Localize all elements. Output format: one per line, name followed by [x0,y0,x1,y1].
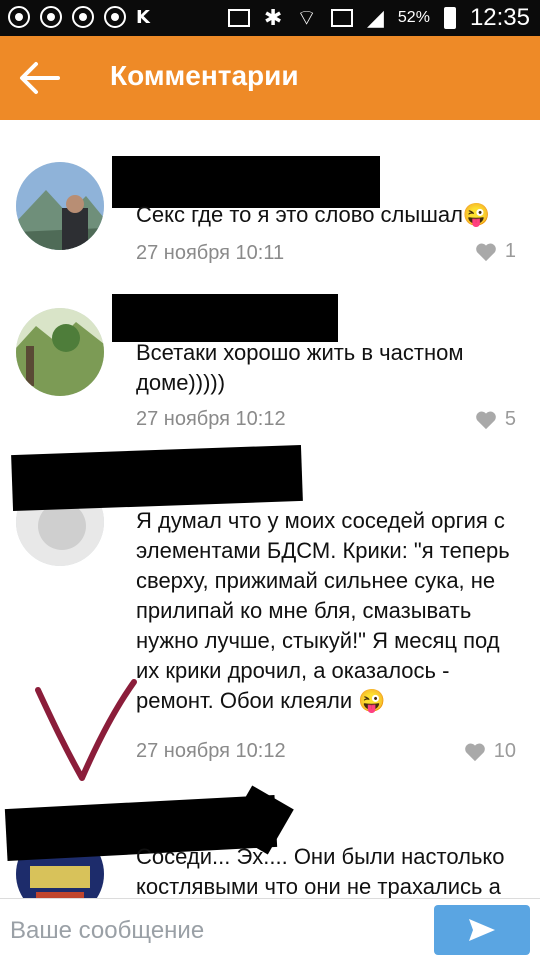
like-button[interactable]: 10 [464,740,516,763]
system-icons: ✱ ⌔ ◢ 52% 12:35 [227,4,530,32]
carrier-icon: K [136,6,150,28]
arrow-left-icon [20,62,60,94]
comment-list[interactable]: Секс где то я это слово слышал😜 27 ноябр… [0,120,540,898]
like-count: 1 [504,240,516,262]
notification-icons: K [8,6,150,28]
clock: 12:35 [469,4,530,31]
comment-item: Секс где то я это слово слышал😜 27 ноябр… [0,120,540,280]
redaction-bar [112,294,338,342]
like-button[interactable]: 1 [475,240,516,263]
bluetooth-icon: ✱ [263,5,283,30]
message-composer: Ваше сообщение [0,898,540,961]
like-button[interactable]: 5 [475,408,516,431]
checkmark-annotation [35,679,137,781]
comment-text: Соседи... Эх.... Они были настолько кост… [136,844,505,898]
send-icon [469,919,495,941]
comment-timestamp: 27 ноября 10:12 [136,408,286,430]
battery-percent: 52% [397,9,430,26]
wifi-icon: ⌔ [296,5,317,30]
notification-icon [40,6,62,28]
notification-icon [104,6,126,28]
notification-icon [8,6,30,28]
send-button[interactable] [434,905,530,955]
avatar[interactable] [16,162,104,250]
avatar[interactable] [16,308,104,396]
comment-text: Секс где то я это слово слышал😜 [136,202,491,227]
comment-text: Всетаки хорошо жить в частном доме))))) [136,340,464,395]
avatar-photo [16,162,104,250]
back-button[interactable] [18,58,62,98]
comment-item: Я думал что у моих соседей оргия с элеме… [0,444,540,790]
comment-item: Соседи... Эх.... Они были настолько кост… [0,785,540,898]
comment-text: Я думал что у моих соседей оргия с элеме… [136,508,510,713]
comment-timestamp: 27 ноября 10:12 [136,740,286,762]
redaction-bar [11,444,303,512]
signal-icon: ◢ [366,5,384,30]
avatar-photo [16,308,104,396]
heart-icon [464,743,485,761]
page-title: Комментарии [110,60,299,91]
cast-icon [227,9,250,27]
battery-icon [443,7,456,29]
sim-icon [330,9,353,27]
status-bar: K ✱ ⌔ ◢ 52% 12:35 [0,0,540,36]
heart-icon [476,411,496,429]
heart-icon [476,243,496,261]
like-count: 5 [504,408,516,430]
comment-timestamp: 27 ноября 10:11 [136,242,285,264]
comment-item: Всетаки хорошо жить в частном доме))))) … [0,280,540,450]
app-bar: Комментарии [0,36,540,120]
like-count: 10 [493,740,516,762]
notification-icon [72,6,94,28]
message-input[interactable]: Ваше сообщение [10,913,410,949]
